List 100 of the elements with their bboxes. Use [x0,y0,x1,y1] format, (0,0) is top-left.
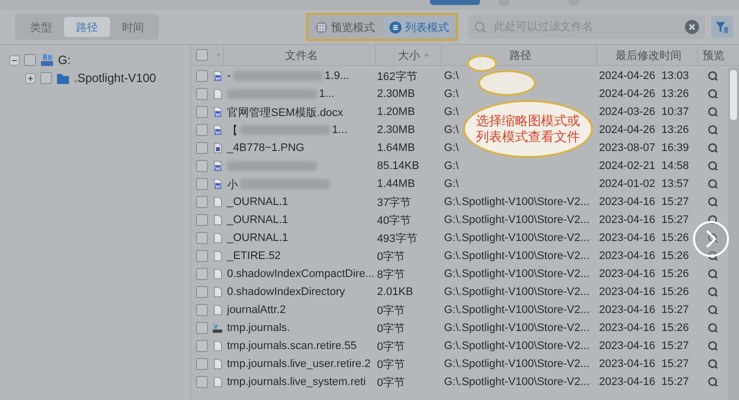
checkbox[interactable] [40,72,52,84]
file-name: _ETIRE.52 [227,250,281,262]
search-icon [474,20,487,34]
row-checkbox[interactable] [196,106,208,118]
file-name: tmp.journals.live_system.reti [227,376,366,388]
preview-search-icon[interactable] [707,286,719,298]
row-checkbox[interactable] [196,88,208,100]
file-icon [212,231,223,245]
tree-item-label[interactable]: G: [58,53,71,67]
row-checkbox[interactable] [196,70,208,82]
scrollbar-thumb[interactable] [730,70,737,120]
row-checkbox[interactable] [196,124,208,136]
expand-icon[interactable] [25,72,36,84]
row-checkbox[interactable] [196,178,208,190]
row-checkbox[interactable] [196,214,208,226]
preview-search-icon[interactable] [707,178,719,190]
preview-search-icon[interactable] [707,106,719,118]
collapse-icon[interactable] [9,54,20,66]
row-checkbox[interactable] [196,142,208,154]
file-icon [212,249,223,263]
row-checkbox[interactable] [196,304,208,316]
clear-icon[interactable] [685,20,699,34]
checkbox[interactable] [24,54,36,66]
file-icon [212,195,223,209]
file-icon [212,285,223,299]
view-tab[interactable]: 类型 [18,17,64,37]
preview-search-icon[interactable] [707,124,719,136]
preview-search-icon[interactable] [707,376,719,388]
file-size: 2.30MB [377,124,415,136]
file-name: _OURNAL.1 [227,196,288,208]
file-icon [212,267,223,281]
chevron-right-icon [705,230,717,248]
preview-search-icon[interactable] [707,160,719,172]
preview-search-icon[interactable] [707,322,719,334]
modified-time: 2023-04-16 15:26 [599,322,689,334]
column-header[interactable]: 预览 [697,44,729,66]
file-path: G:\.Spotlight-V100\Store-V2... [444,232,590,244]
preview-search-icon[interactable] [707,142,719,154]
file-name: 官网管理SEM模版.docx [227,106,344,120]
modified-time: 2023-04-16 15:26 [599,286,689,298]
view-mode-button[interactable]: 预览模式 [310,17,380,37]
row-checkbox[interactable] [196,376,208,388]
modified-time: 2023-04-16 15:27 [599,304,689,316]
file-size: 0字节 [377,358,406,372]
preview-search-icon[interactable] [707,214,719,226]
file-path: G:\.Spotlight-V100\Store-V2... [444,250,590,262]
row-checkbox[interactable] [196,232,208,244]
view-tab[interactable]: 路径 [64,17,110,37]
file-size: 8字节 [377,268,406,282]
file-name: tmp.journals. [227,322,290,334]
modified-time: 2023-08-07 16:39 [599,142,689,154]
row-checkbox[interactable] [196,250,208,262]
file-path: G:\ [444,106,459,118]
modified-time: 2023-04-16 15:27 [599,376,689,388]
file-path: G:\.Spotlight-V100\Store-V2... [444,322,590,334]
column-header[interactable]: 最后修改时间 [596,44,697,66]
modified-time: 2023-04-16 15:26 [599,250,689,262]
word-document-icon [212,159,223,173]
preview-search-icon[interactable] [707,88,719,100]
file-icon [212,339,223,353]
preview-search-icon[interactable] [707,358,719,370]
callout-text: 选择缩略图模式或 [476,113,580,129]
row-checkbox[interactable] [196,160,208,172]
filter-button[interactable] [711,16,733,38]
file-icon [212,87,223,101]
view-mode-button[interactable]: 列表模式 [384,17,454,37]
preview-search-icon[interactable] [707,268,719,280]
file-path: G:\ [444,178,459,190]
file-size: 1.20MB [377,106,415,118]
row-checkbox[interactable] [196,340,208,352]
preview-search-icon[interactable] [707,70,719,82]
modified-time: 2023-04-16 15:26 [599,232,689,244]
view-tab[interactable]: 时间 [110,17,156,37]
next-button[interactable] [693,221,729,257]
row-checkbox[interactable] [196,322,208,334]
row-checkbox[interactable] [196,196,208,208]
scrollbar[interactable] [728,68,739,400]
system-file-icon [212,321,223,335]
modified-time: 2024-04-26 13:26 [599,88,689,100]
file-name: - [227,70,231,82]
column-header[interactable]: 文件名 [223,44,375,66]
preview-search-icon[interactable] [707,250,719,262]
column-header[interactable]: 大小 [375,44,441,66]
file-name: _4B778~1.PNG [227,142,304,154]
preview-search-icon[interactable] [707,304,719,316]
image-file-icon [212,141,223,155]
modified-time: 2024-02-21 14:58 [599,160,689,172]
file-name: 小 [227,178,238,192]
folder-icon [56,71,70,85]
select-all-checkbox[interactable] [196,49,208,61]
row-checkbox[interactable] [196,358,208,370]
row-checkbox[interactable] [196,268,208,280]
preview-search-icon[interactable] [707,232,719,244]
tree-item-label[interactable]: .Spotlight-V100 [74,71,156,85]
callout-text: 列表模式查看文件 [476,129,580,145]
row-checkbox[interactable] [196,286,208,298]
preview-search-icon[interactable] [707,196,719,208]
preview-search-icon[interactable] [707,340,719,352]
file-name: 1... [332,124,348,136]
file-name: 0.shadowIndexCompactDire... [227,268,374,280]
